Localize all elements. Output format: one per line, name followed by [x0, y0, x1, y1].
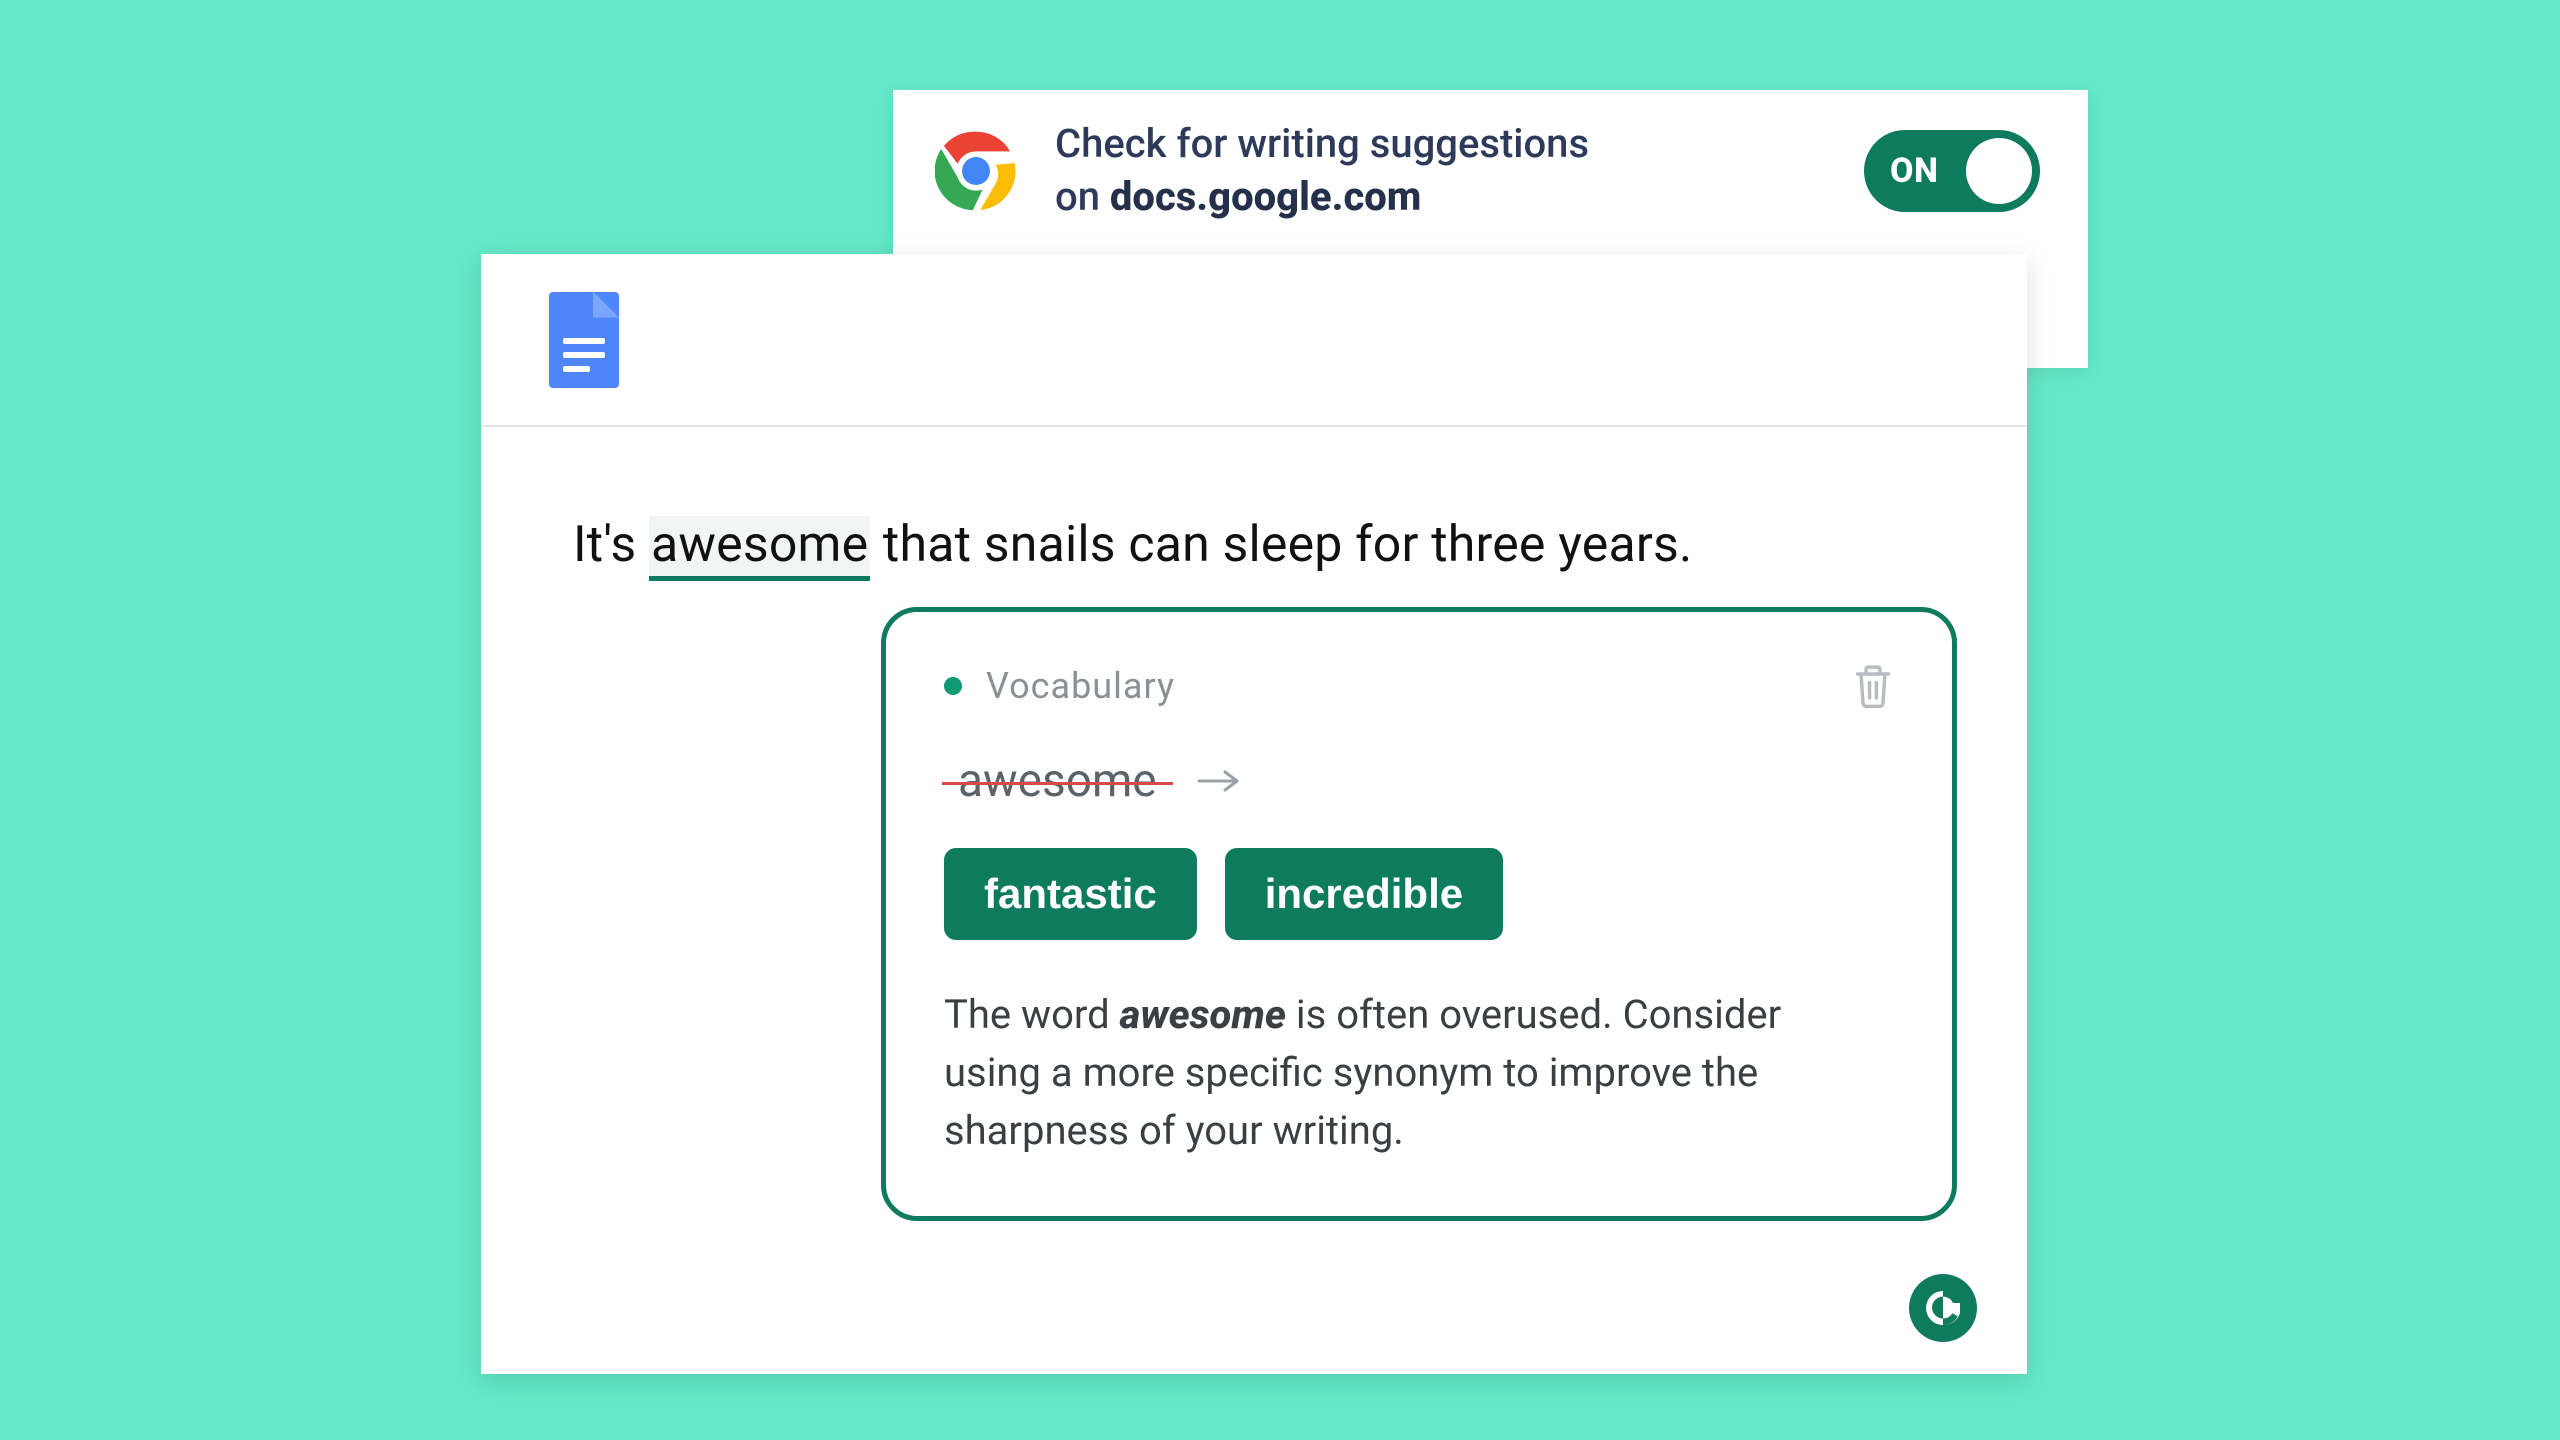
doc-window: It's awesome that snails can sleep for t… [481, 254, 2027, 1374]
extension-domain: docs.google.com [1110, 173, 1421, 220]
document-sentence[interactable]: It's awesome that snails can sleep for t… [573, 513, 1935, 578]
suggestion-card: Vocabulary awesome fantastic incredible … [881, 607, 1957, 1221]
card-header: Vocabulary [944, 662, 1894, 710]
arrow-right-icon [1197, 766, 1241, 796]
strike-row: awesome [944, 754, 1894, 808]
grammarly-g-icon [1921, 1286, 1965, 1330]
replacement-pills: fantastic incredible [944, 848, 1894, 940]
suggestions-toggle[interactable]: ON [1864, 130, 2040, 212]
sentence-before: It's [573, 516, 649, 574]
strike-word: awesome [948, 754, 1167, 808]
grammarly-badge[interactable] [1909, 1274, 1977, 1342]
flagged-word[interactable]: awesome [649, 516, 870, 581]
suggestion-tag: Vocabulary [986, 665, 1175, 707]
trash-icon[interactable] [1852, 662, 1894, 710]
replacement-pill[interactable]: fantastic [944, 848, 1197, 940]
tag-dot-icon [944, 677, 962, 695]
extension-line2-prefix: on [1055, 173, 1110, 220]
google-docs-icon [549, 292, 619, 388]
doc-body: It's awesome that snails can sleep for t… [481, 427, 2027, 1374]
toggle-label: ON [1890, 151, 1938, 191]
explanation-text: The word awesome is often overused. Cons… [944, 986, 1844, 1160]
explanation-keyword: awesome [1120, 991, 1286, 1038]
toggle-knob [1966, 138, 2032, 204]
sentence-after: that snails can sleep for three years. [870, 516, 1692, 574]
extension-text: Check for writing suggestions on docs.go… [1055, 118, 1826, 224]
chrome-icon [935, 130, 1017, 212]
replacement-pill[interactable]: incredible [1225, 848, 1503, 940]
extension-line1: Check for writing suggestions [1055, 120, 1589, 167]
doc-toolbar [481, 254, 2027, 427]
extension-popup-inner: Check for writing suggestions on docs.go… [893, 90, 2088, 224]
